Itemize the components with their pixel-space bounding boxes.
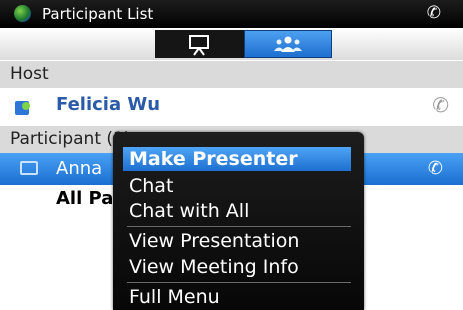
participants-tab[interactable] xyxy=(244,30,332,58)
phone-icon[interactable]: ✆ xyxy=(427,3,441,23)
menu-item-full-menu[interactable]: Full Menu xyxy=(123,285,351,309)
monitor-icon xyxy=(20,161,38,175)
host-phone-icon[interactable]: ✆ xyxy=(432,93,449,117)
menu-divider xyxy=(127,282,351,283)
view-toolbar xyxy=(0,28,463,60)
presenter-icon xyxy=(189,35,209,56)
host-row[interactable]: Felicia Wu ✆ xyxy=(0,88,463,124)
menu-item-view-meeting-info[interactable]: View Meeting Info xyxy=(123,255,351,279)
menu-item-make-presenter[interactable]: Make Presenter xyxy=(123,147,351,171)
host-section-header: Host xyxy=(0,61,463,88)
host-name: Felicia Wu xyxy=(56,94,161,115)
window-title: Participant List xyxy=(42,5,154,23)
participant-name: Anna xyxy=(56,158,103,179)
presenter-tab[interactable] xyxy=(155,30,243,58)
participant-phone-icon[interactable]: ✆ xyxy=(428,158,443,179)
menu-item-chat-with-all[interactable]: Chat with All xyxy=(123,199,351,223)
host-user-icon xyxy=(15,101,30,115)
view-tabs xyxy=(155,30,332,58)
title-bar: Participant List ✆ xyxy=(0,0,463,28)
context-menu: Make Presenter Chat Chat with All View P… xyxy=(113,132,364,310)
app-globe-icon xyxy=(14,5,31,22)
menu-divider xyxy=(127,226,351,227)
participants-icon xyxy=(274,36,302,52)
menu-item-chat[interactable]: Chat xyxy=(123,174,351,198)
menu-item-view-presentation[interactable]: View Presentation xyxy=(123,229,351,253)
